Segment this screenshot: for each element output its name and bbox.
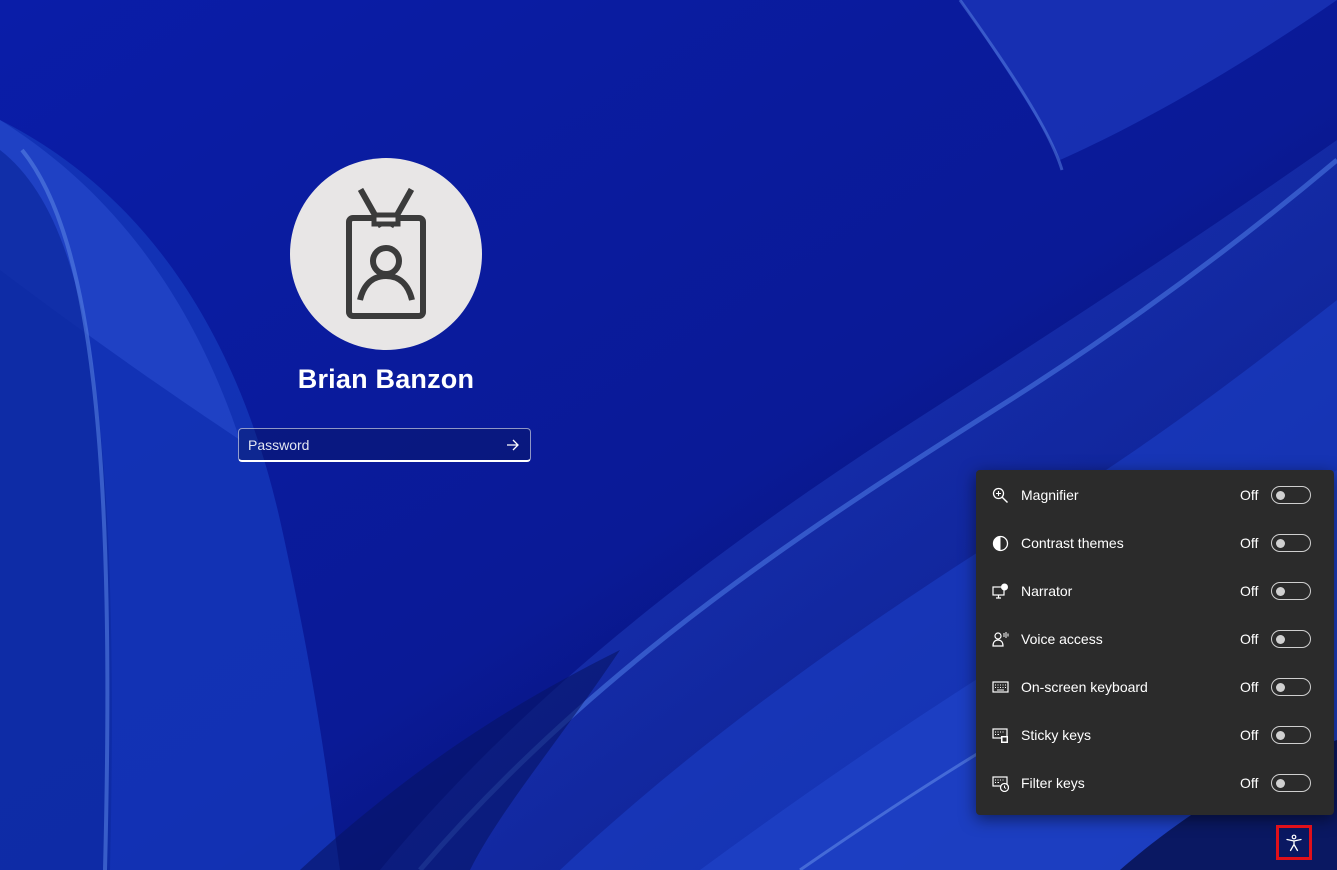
keyboard-icon <box>991 678 1009 696</box>
a11y-row-contrast-themes: Contrast themes Off <box>976 519 1334 567</box>
a11y-row-filter-keys: Filter keys Off <box>976 759 1334 807</box>
on-screen-keyboard-toggle[interactable] <box>1271 678 1311 696</box>
a11y-row-on-screen-keyboard: On-screen keyboard Off <box>976 663 1334 711</box>
sticky-keys-icon <box>991 726 1009 744</box>
a11y-label: Filter keys <box>1021 775 1085 791</box>
toggle-knob <box>1276 730 1285 740</box>
filter-keys-icon <box>991 774 1009 792</box>
id-badge-icon <box>346 188 426 319</box>
user-avatar <box>290 158 482 350</box>
a11y-state: Off <box>1240 631 1259 647</box>
a11y-row-sticky-keys: Sticky keys Off <box>976 711 1334 759</box>
magnifier-toggle[interactable] <box>1271 486 1311 504</box>
toggle-knob <box>1276 682 1285 692</box>
a11y-label: Sticky keys <box>1021 727 1092 743</box>
toggle-knob <box>1276 586 1285 596</box>
a11y-state: Off <box>1240 535 1259 551</box>
a11y-label: Contrast themes <box>1021 535 1124 551</box>
toggle-knob <box>1276 778 1285 788</box>
password-input[interactable] <box>239 429 494 461</box>
voice-access-icon <box>991 630 1009 648</box>
a11y-state: Off <box>1240 679 1259 695</box>
submit-button[interactable] <box>504 436 522 454</box>
a11y-label: Magnifier <box>1021 487 1079 503</box>
accessibility-panel: Magnifier Off Contrast themes Off Narrat… <box>976 470 1334 815</box>
narrator-toggle[interactable] <box>1271 582 1311 600</box>
a11y-row-magnifier: Magnifier Off <box>976 471 1334 519</box>
accessibility-button[interactable] <box>1276 825 1312 860</box>
a11y-row-voice-access: Voice access Off <box>976 615 1334 663</box>
filter-keys-toggle[interactable] <box>1271 774 1311 792</box>
contrast-icon <box>991 534 1009 552</box>
a11y-row-narrator: Narrator Off <box>976 567 1334 615</box>
a11y-label: On-screen keyboard <box>1021 679 1148 695</box>
a11y-label: Voice access <box>1021 631 1103 647</box>
toggle-knob <box>1276 634 1285 644</box>
sticky-keys-toggle[interactable] <box>1271 726 1311 744</box>
a11y-label: Narrator <box>1021 583 1073 599</box>
a11y-state: Off <box>1240 487 1259 503</box>
contrast-themes-toggle[interactable] <box>1271 534 1311 552</box>
accessibility-icon <box>1286 834 1302 851</box>
toggle-knob <box>1276 490 1285 500</box>
voice-access-toggle[interactable] <box>1271 630 1311 648</box>
a11y-state: Off <box>1240 775 1259 791</box>
a11y-state: Off <box>1240 727 1259 743</box>
narrator-icon <box>991 582 1009 600</box>
user-name: Brian Banzon <box>297 364 475 394</box>
magnifier-icon <box>991 486 1009 504</box>
toggle-knob <box>1276 538 1285 548</box>
password-box <box>238 428 531 462</box>
arrow-right-icon <box>507 439 519 451</box>
a11y-state: Off <box>1240 583 1259 599</box>
